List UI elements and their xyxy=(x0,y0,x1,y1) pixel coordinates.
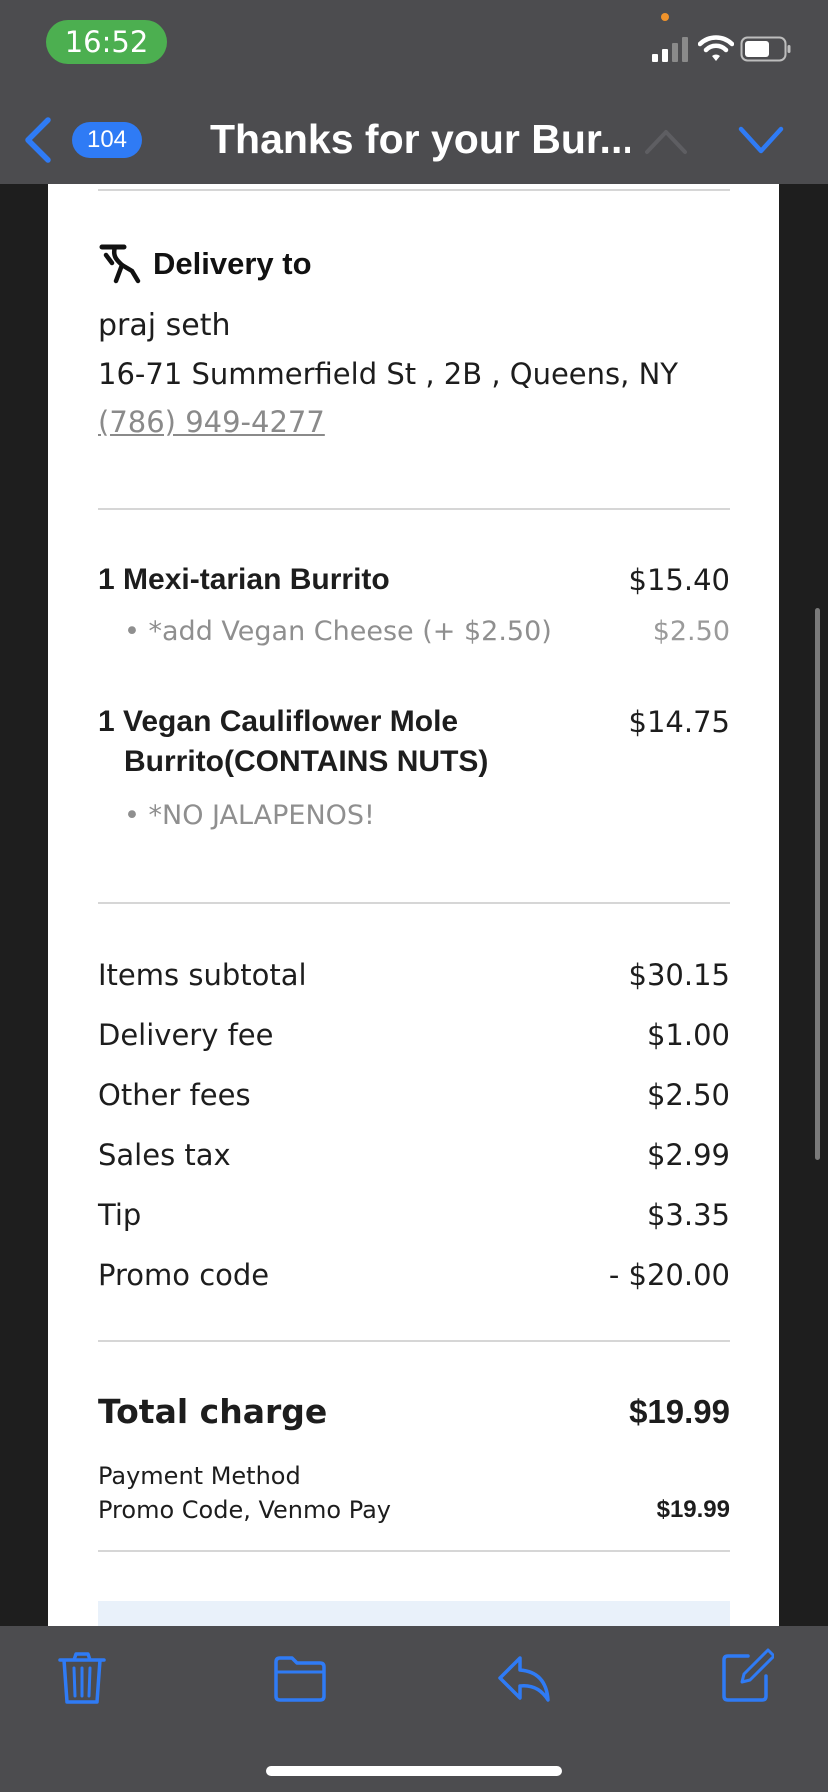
divider xyxy=(98,189,730,191)
status-time: 16:52 xyxy=(46,20,167,64)
unread-count-badge[interactable]: 104 xyxy=(72,122,142,158)
delivery-heading: Delivery to xyxy=(153,246,312,281)
trash-icon[interactable] xyxy=(54,1650,110,1706)
fee-label-promo: Promo code xyxy=(98,1258,270,1292)
top-bar: 16:52 104 Thanks for your Bur... xyxy=(0,0,828,184)
payment-amount: $19.99 xyxy=(656,1496,730,1523)
fee-label-tip: Tip xyxy=(98,1198,142,1232)
fee-value-tip: $3.35 xyxy=(646,1198,730,1232)
delivery-courier-icon xyxy=(99,244,141,284)
back-chevron-icon[interactable] xyxy=(22,116,54,164)
folder-icon[interactable] xyxy=(272,1650,328,1706)
privacy-indicator xyxy=(661,13,669,21)
fee-label-subtotal: Items subtotal xyxy=(98,958,307,992)
cellular-signal-icon xyxy=(652,37,688,62)
fee-value-tax: $2.99 xyxy=(646,1138,730,1172)
order-item-name: 1 Vegan Cauliflower Mole xyxy=(98,705,459,738)
chevron-down-icon[interactable] xyxy=(738,124,784,156)
recipient-name: praj seth xyxy=(98,308,231,343)
wifi-icon xyxy=(698,35,734,61)
compose-icon[interactable] xyxy=(718,1648,774,1704)
payment-method-label: Payment Method xyxy=(98,1462,301,1490)
fee-value-delivery: $1.00 xyxy=(646,1018,730,1052)
order-item-price: $14.75 xyxy=(628,705,730,739)
divider xyxy=(98,1340,730,1342)
reply-icon[interactable] xyxy=(496,1650,552,1706)
total-charge-label: Total charge xyxy=(98,1392,328,1431)
home-indicator[interactable] xyxy=(266,1766,562,1776)
battery-icon xyxy=(740,36,791,62)
order-item-price: $15.40 xyxy=(628,563,730,597)
fee-label-other: Other fees xyxy=(98,1078,251,1112)
chevron-up-icon[interactable] xyxy=(644,126,688,156)
fee-value-subtotal: $30.15 xyxy=(628,958,730,992)
email-subject-title: Thanks for your Bur... xyxy=(210,116,630,162)
fee-value-other: $2.50 xyxy=(646,1078,730,1112)
payment-method-value: Promo Code, Venmo Pay xyxy=(98,1496,391,1524)
divider xyxy=(98,508,730,510)
item-modifier-price: $2.50 xyxy=(652,616,730,647)
info-banner xyxy=(98,1601,730,1626)
divider xyxy=(98,902,730,904)
item-modifier: • *NO JALAPENOS! xyxy=(124,800,375,831)
item-modifier: • *add Vegan Cheese (+ $2.50) xyxy=(124,616,552,647)
divider xyxy=(98,1550,730,1552)
fee-value-promo: - $20.00 xyxy=(608,1258,730,1292)
phone-link[interactable]: (786) 949-4277 xyxy=(98,402,325,442)
order-item-name-continued: Burrito(CONTAINS NUTS) xyxy=(124,745,489,778)
scrollbar[interactable] xyxy=(815,608,820,1160)
fee-label-tax: Sales tax xyxy=(98,1138,231,1172)
fee-label-delivery: Delivery fee xyxy=(98,1018,274,1052)
delivery-address: 16-71 Summerfield St , 2B , Queens, NY xyxy=(98,357,678,391)
total-charge-value: $19.99 xyxy=(629,1393,730,1430)
order-item-name: 1 Mexi-tarian Burrito xyxy=(98,563,390,596)
